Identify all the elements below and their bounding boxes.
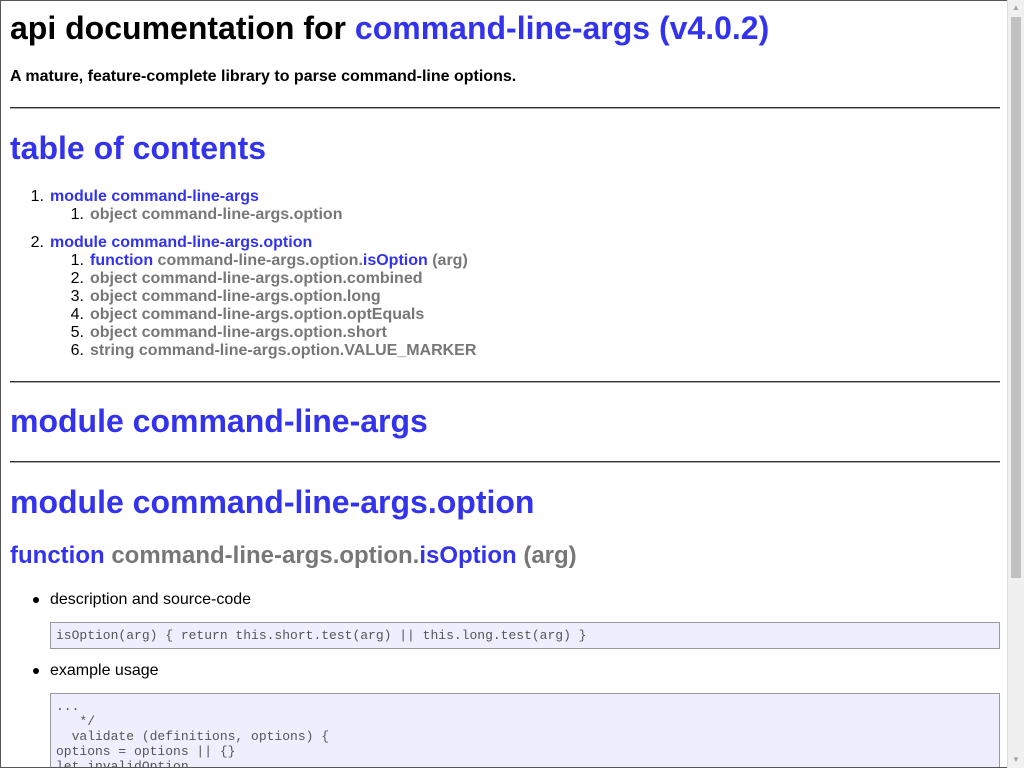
scrollbar-thumb[interactable] <box>1011 17 1021 578</box>
page-title-prefix: api documentation for <box>10 10 346 46</box>
package-link[interactable]: command-line-args (v4.0.2) <box>355 10 769 46</box>
page-title: api documentation for command-line-args … <box>10 10 769 46</box>
toc-subitem-name: command-line-args.option.long <box>141 288 381 305</box>
toc-subitem-kind-link[interactable]: function <box>90 252 153 269</box>
source-code-block: isOption(arg) { return this.short.test(a… <box>50 622 1000 649</box>
list-item-description: description and source-code <box>32 591 252 608</box>
toc-heading[interactable]: table of contents <box>10 130 266 166</box>
toc-subitem-number: 4. <box>70 306 84 323</box>
toc-subitem-kind: object <box>90 306 138 323</box>
toc-link-module-command-line-args[interactable]: module command-line-args <box>50 188 259 205</box>
toc-subitem-name: command-line-args.option <box>141 206 343 223</box>
toc-subitem: 1. function command-line-args.option.isO… <box>50 252 476 270</box>
toc-subitem-kind: object <box>90 288 138 305</box>
toc-subitem: 5. object command-line-args.option.short <box>50 324 476 342</box>
vertical-scrollbar[interactable]: ▲ ▼ <box>1007 0 1024 768</box>
function-args: (arg) <box>523 542 577 569</box>
function-kind-link[interactable]: function <box>10 542 105 569</box>
toc-subitem-number: 1. <box>70 252 84 269</box>
toc-subitem-number: 2. <box>70 270 84 287</box>
toc-subitem: 2. object command-line-args.option.combi… <box>50 270 476 288</box>
function-name-prefix: command-line-args.option. <box>111 542 420 569</box>
toc-subitem-number: 6. <box>70 342 84 359</box>
module-heading-command-line-args[interactable]: module command-line-args <box>10 403 428 439</box>
toc-subitem-kind: object <box>90 270 138 287</box>
toc-subitem: 6. string command-line-args.option.VALUE… <box>50 342 477 360</box>
toc-subitem: 4. object command-line-args.option.optEq… <box>50 306 476 324</box>
toc-subitem-number: 3. <box>70 288 84 305</box>
toc-sublist: 1. object command-line-args.option <box>50 206 476 224</box>
table-of-contents: 1. module command-line-args 1. object co… <box>10 188 477 370</box>
toc-subitem-name: command-line-args.option. <box>157 252 363 269</box>
toc-link-module-command-line-args-option[interactable]: module command-line-args.option <box>50 234 312 251</box>
divider <box>10 381 1000 383</box>
toc-item-number: 1. <box>30 188 44 205</box>
toc-subitem-kind: object <box>90 324 138 341</box>
toc-subitem-name: command-line-args.option.short <box>141 324 387 341</box>
toc-subitem-kind: object <box>90 206 138 223</box>
page-subtitle: A mature, feature-complete library to pa… <box>10 68 517 85</box>
scroll-down-arrow-icon[interactable]: ▼ <box>1008 752 1024 768</box>
toc-subitem-name: command-line-args.option.optEquals <box>141 306 425 323</box>
divider <box>10 461 1000 463</box>
toc-subitem-kind: string <box>90 342 135 359</box>
toc-link-isoption[interactable]: isOption <box>363 252 428 269</box>
document-frame: api documentation for command-line-args … <box>0 0 1007 768</box>
function-heading-isoption: function command-line-args.option.isOpti… <box>10 542 577 570</box>
toc-subitem-args: (arg) <box>427 252 468 269</box>
toc-subitem: 1. object command-line-args.option <box>50 206 476 224</box>
toc-subitem-name: command-line-args.option.VALUE_MARKER <box>138 342 477 359</box>
scroll-up-arrow-icon[interactable]: ▲ <box>1008 0 1024 16</box>
toc-subitem-number: 5. <box>70 324 84 341</box>
divider <box>10 107 1000 109</box>
toc-subitem: 3. object command-line-args.option.long <box>50 288 476 306</box>
toc-item-number: 2. <box>30 234 44 251</box>
toc-item-module-command-line-args-option: 2. module command-line-args.option 1. fu… <box>10 234 477 360</box>
list-item-example-usage: example usage <box>33 662 159 679</box>
toc-sublist: 1. function command-line-args.option.isO… <box>50 252 477 360</box>
module-heading-command-line-args-option[interactable]: module command-line-args.option <box>10 484 534 520</box>
toc-subitem-number: 1. <box>70 206 84 223</box>
toc-item-module-command-line-args: 1. module command-line-args 1. object co… <box>10 188 476 224</box>
example-code-block: ... */ validate (definitions, options) {… <box>50 693 1000 767</box>
function-name-link[interactable]: isOption <box>419 542 516 569</box>
toc-subitem-name: command-line-args.option.combined <box>141 270 423 287</box>
